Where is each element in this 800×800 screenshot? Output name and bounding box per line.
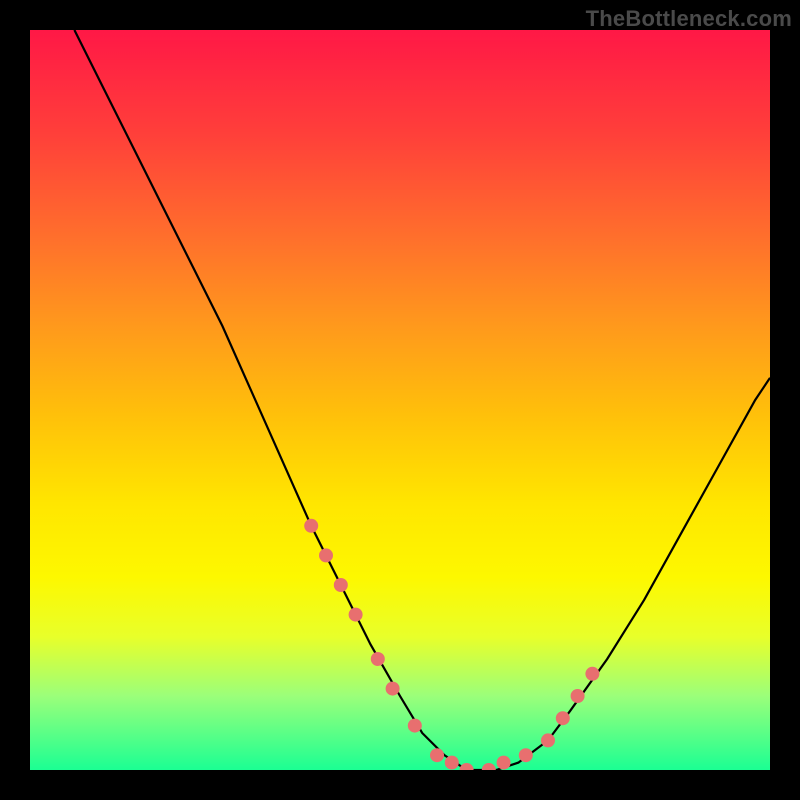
watermark-text: TheBottleneck.com xyxy=(586,6,792,32)
highlight-dot xyxy=(386,682,400,696)
highlight-dot xyxy=(482,763,496,770)
highlight-dot xyxy=(571,689,585,703)
highlight-dot xyxy=(445,756,459,770)
highlight-dot xyxy=(319,548,333,562)
highlight-dot xyxy=(334,578,348,592)
highlight-dot xyxy=(556,711,570,725)
highlight-dot xyxy=(304,519,318,533)
plot-area xyxy=(30,30,770,770)
chart-svg xyxy=(30,30,770,770)
highlight-dot xyxy=(408,719,422,733)
chart-frame: TheBottleneck.com xyxy=(0,0,800,800)
highlight-dot xyxy=(519,748,533,762)
highlight-dot xyxy=(371,652,385,666)
highlight-dot xyxy=(349,608,363,622)
highlight-dot xyxy=(541,733,555,747)
highlight-dot xyxy=(497,756,511,770)
highlight-dot xyxy=(430,748,444,762)
highlight-dot xyxy=(460,763,474,770)
highlight-dot xyxy=(585,667,599,681)
bottleneck-curve xyxy=(74,30,770,770)
